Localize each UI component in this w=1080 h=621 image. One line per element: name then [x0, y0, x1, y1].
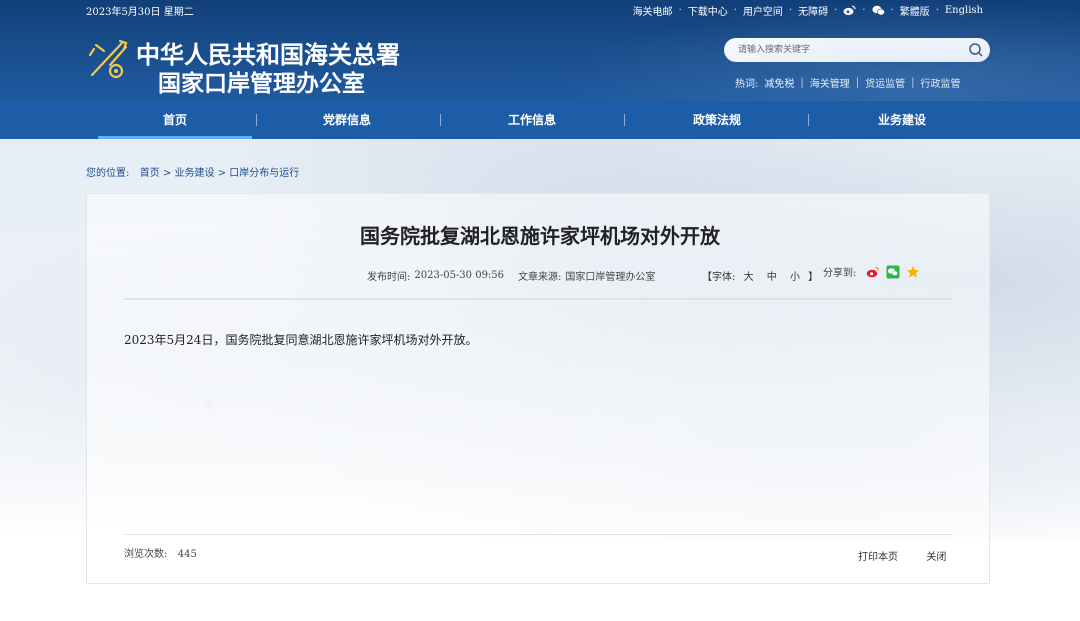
article-meta: 发布时间: 2023-05-30 09:56 文章来源: 国家口岸管理办公室 [367, 268, 655, 283]
font-size-close-bracket: 】 [808, 272, 819, 283]
hot-word-item[interactable]: 减免税 [764, 75, 794, 90]
separator: | [800, 77, 804, 88]
customs-emblem-icon[interactable] [86, 35, 132, 81]
separator: · [733, 5, 737, 16]
hot-words: 热词: 减免税 | 海关管理 | 货运监管 | 行政监管 [735, 75, 961, 90]
share-weibo-icon[interactable] [866, 265, 880, 279]
source-label: 文章来源: [518, 272, 562, 283]
breadcrumb-business[interactable]: 业务建设 [175, 168, 215, 179]
nav-divider [624, 114, 625, 126]
share-bar: 分享到: [823, 264, 920, 279]
article-title: 国务院批复湖北恩施许家坪机场对外开放 [360, 224, 720, 248]
close-button[interactable]: 关闭 [926, 552, 946, 563]
nav-item-work-info[interactable]: 工作信息 [455, 101, 609, 139]
article-source: 国家口岸管理办公室 [565, 272, 656, 283]
nav-divider [440, 114, 441, 126]
view-count-value: 445 [177, 549, 197, 560]
separator: · [890, 5, 894, 16]
link-download-center[interactable]: 下载中心 [688, 3, 728, 18]
weibo-icon[interactable] [843, 5, 856, 16]
current-date: 2023年5月30日 星期二 [86, 7, 194, 18]
site-header: 2023年5月30日 星期二 海关电邮 · 下载中心 · 用户空间 · 无障碍 … [0, 0, 1080, 101]
main-nav: 首页 党群信息 工作信息 政策法规 业务建设 [0, 101, 1080, 139]
separator: · [834, 5, 838, 16]
view-count: 浏览次数: 445 [124, 545, 197, 560]
search-input[interactable] [738, 42, 958, 58]
share-wechat-icon[interactable] [886, 265, 900, 279]
breadcrumb: 您的位置: 首页 > 业务建设 > 口岸分布与运行 [86, 164, 299, 179]
font-size-large[interactable]: 大 [744, 272, 754, 283]
footer-divider [124, 534, 952, 535]
nav-item-home[interactable]: 首页 [98, 101, 252, 139]
separator: | [855, 77, 860, 88]
breadcrumb-port-distribution[interactable]: 口岸分布与运行 [229, 168, 299, 179]
link-traditional-chinese[interactable]: 繁體版 [900, 3, 930, 18]
publish-time: 2023-05-30 09:56 [414, 270, 505, 281]
font-size-medium[interactable]: 中 [767, 272, 777, 283]
separator: · [788, 5, 793, 16]
share-label: 分享到: [823, 268, 857, 279]
breadcrumb-separator: > [162, 168, 172, 179]
nav-item-business[interactable]: 业务建设 [825, 101, 979, 139]
font-size-controls: 【字体: 大 中 小 】 [702, 268, 818, 283]
article-panel [86, 193, 990, 584]
font-size-label: 【字体: [702, 272, 736, 283]
top-links: 海关电邮 · 下载中心 · 用户空间 · 无障碍 · · · 繁體版 · Eng… [633, 3, 983, 18]
link-customs-email[interactable]: 海关电邮 [633, 3, 673, 18]
nav-item-policy[interactable]: 政策法规 [640, 101, 794, 139]
title-divider [124, 298, 952, 300]
breadcrumb-label: 您的位置: [86, 168, 130, 179]
separator: | [911, 77, 915, 88]
nav-divider [808, 114, 809, 126]
article-actions: 打印本页 关闭 [858, 548, 946, 563]
article-body: 2023年5月24日，国务院批复同意湖北恩施许家坪机场对外开放。 [124, 333, 478, 347]
hot-word-item[interactable]: 货运监管 [865, 75, 905, 90]
link-accessibility[interactable]: 无障碍 [798, 3, 828, 18]
search-bar [724, 38, 990, 62]
breadcrumb-separator: > [217, 168, 227, 179]
hot-words-label: 热词: [735, 79, 759, 90]
view-count-label: 浏览次数: [124, 549, 168, 560]
share-favorite-icon[interactable] [906, 265, 920, 279]
separator: · [862, 5, 866, 16]
font-size-small[interactable]: 小 [790, 272, 800, 283]
search-icon[interactable] [968, 42, 984, 58]
breadcrumb-home[interactable]: 首页 [140, 168, 160, 179]
nav-divider [256, 114, 257, 126]
print-page-button[interactable]: 打印本页 [858, 552, 898, 563]
hot-word-item[interactable]: 海关管理 [810, 75, 850, 90]
nav-item-party-info[interactable]: 党群信息 [270, 101, 424, 139]
separator: · [935, 5, 939, 16]
link-english[interactable]: English [945, 5, 983, 16]
site-title-line2[interactable]: 国家口岸管理办公室 [158, 64, 365, 98]
publish-time-label: 发布时间: [367, 272, 411, 283]
wechat-icon[interactable] [871, 5, 885, 16]
separator: · [678, 5, 682, 16]
link-user-space[interactable]: 用户空间 [743, 3, 783, 18]
hot-word-item[interactable]: 行政监管 [921, 75, 961, 90]
